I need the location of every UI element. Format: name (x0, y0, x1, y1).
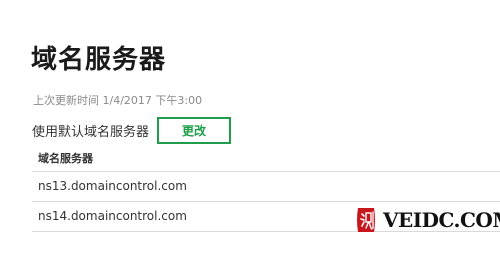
default-nameserver-row: 使用默认域名服务器 更改 (32, 116, 232, 144)
page-title: 域名服务器 (31, 45, 167, 75)
watermark-text: VEIDC.COM (383, 208, 500, 232)
seal-icon (357, 208, 375, 232)
watermark-logo: VEIDC.COM (355, 206, 500, 234)
default-nameserver-label: 使用默认域名服务器 (32, 124, 150, 140)
nameserver-table-header: 域名服务器 (32, 146, 500, 172)
change-button[interactable]: 更改 (157, 116, 232, 144)
nameserver-row-1: ns13.domaincontrol.com (32, 172, 500, 202)
last-updated-text: 上次更新时间 1/4/2017 下午3:00 (33, 94, 203, 107)
